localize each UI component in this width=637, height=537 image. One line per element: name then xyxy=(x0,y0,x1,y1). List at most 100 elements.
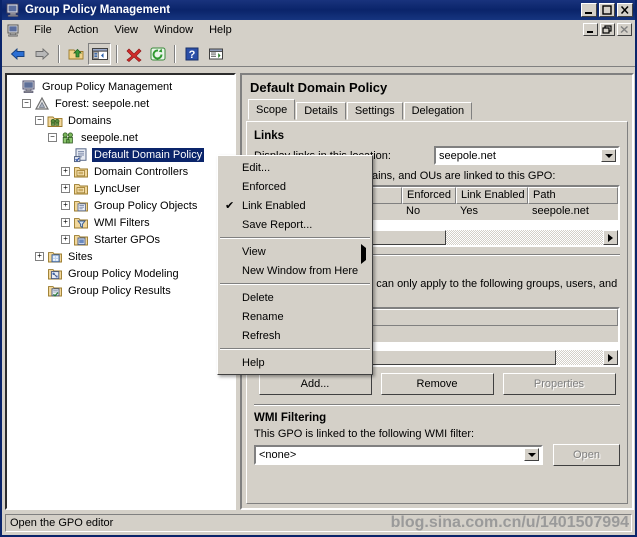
context-menu-item-refresh[interactable]: Refresh xyxy=(218,326,372,345)
tree-item-wmi-filters[interactable]: + WMI Filters xyxy=(9,214,234,231)
tab-strip: Scope Details Settings Delegation xyxy=(242,99,632,120)
divider-2 xyxy=(254,404,620,406)
tree-item-label: LyncUser xyxy=(94,182,141,195)
tab-delegation[interactable]: Delegation xyxy=(403,102,473,120)
tree-item-starter-gpos[interactable]: + Starter GPOs xyxy=(9,231,234,248)
menu-bar: File Action View Window Help xyxy=(2,20,635,41)
console-tree-pane[interactable]: Group Policy Management − Forest: seepole… xyxy=(5,73,236,510)
domain-icon xyxy=(60,130,76,146)
mdi-minimize-button[interactable] xyxy=(583,23,598,36)
tree-item-group-policy-modeling[interactable]: Group Policy Modeling xyxy=(9,265,234,282)
tree-item-group-policy-objects[interactable]: + Group Policy Objects xyxy=(9,197,234,214)
links-cell-enforced: No xyxy=(406,205,421,217)
submenu-arrow-icon xyxy=(361,244,366,264)
context-menu-item-link-enabled[interactable]: ✔ Link Enabled xyxy=(218,196,372,215)
tab-details[interactable]: Details xyxy=(296,102,346,120)
minimize-button[interactable] xyxy=(581,3,597,17)
tree-item-default-domain-policy[interactable]: Default Domain Policy xyxy=(9,146,234,163)
tree-item-label: Domains xyxy=(68,114,112,127)
expand-icon[interactable]: + xyxy=(35,252,44,261)
up-one-level-icon[interactable] xyxy=(64,43,87,65)
links-location-value: seepole.net xyxy=(439,149,496,162)
context-menu-item-label: Link Enabled xyxy=(242,199,306,212)
tree-item-seepole-net[interactable]: − seepole.net xyxy=(9,129,234,146)
menu-view[interactable]: View xyxy=(106,21,146,39)
tree-item-group-policy-results[interactable]: Group Policy Results xyxy=(9,282,234,299)
wmi-filter-combo[interactable]: <none> xyxy=(254,445,543,465)
add-button[interactable]: Add... xyxy=(258,373,372,395)
maximize-button[interactable] xyxy=(599,3,615,17)
links-cell-link-enabled: Yes xyxy=(460,205,478,217)
context-menu-item-enforced[interactable]: Enforced xyxy=(218,177,372,196)
expand-icon[interactable]: + xyxy=(61,201,70,210)
svg-text:?: ? xyxy=(188,49,195,61)
tree-item-domain-controllers[interactable]: + Domain Controllers xyxy=(9,163,234,180)
context-menu-separator xyxy=(220,237,370,239)
context-menu-item-rename[interactable]: Rename xyxy=(218,307,372,326)
links-col-enforced[interactable]: Enforced xyxy=(402,187,456,204)
tab-settings[interactable]: Settings xyxy=(346,102,403,120)
open-button[interactable]: Open xyxy=(553,444,620,466)
menu-help[interactable]: Help xyxy=(201,21,240,39)
expand-icon[interactable]: + xyxy=(61,167,70,176)
menu-file[interactable]: File xyxy=(26,21,60,39)
links-col-path[interactable]: Path xyxy=(528,187,618,204)
wmi-filtering-heading: WMI Filtering xyxy=(254,412,327,424)
context-menu-item-edit[interactable]: Edit... xyxy=(218,158,372,177)
links-col-link-enabled[interactable]: Link Enabled xyxy=(456,187,528,204)
collapse-icon[interactable]: − xyxy=(35,116,44,125)
delete-icon[interactable] xyxy=(122,43,145,65)
expand-icon[interactable]: + xyxy=(61,235,70,244)
properties-button[interactable]: Properties xyxy=(502,373,616,395)
context-menu-item-label: Edit... xyxy=(242,161,271,174)
domains-icon xyxy=(47,113,63,129)
console-root-icon xyxy=(21,79,37,95)
chevron-down-icon[interactable] xyxy=(601,149,616,162)
help-icon[interactable]: ? xyxy=(180,43,203,65)
menu-action[interactable]: Action xyxy=(60,21,107,39)
links-location-combo[interactable]: seepole.net xyxy=(434,146,620,165)
mdi-close-button[interactable] xyxy=(617,23,632,36)
context-menu-item-new-window-from-here[interactable]: New Window from Here xyxy=(218,261,372,280)
collapse-icon[interactable]: − xyxy=(48,133,57,142)
context-menu-item-delete[interactable]: Delete xyxy=(218,288,372,307)
wmi-folder-icon xyxy=(73,215,89,231)
title-bar: Group Policy Management xyxy=(2,0,635,20)
refresh-icon[interactable] xyxy=(146,43,169,65)
tab-scope[interactable]: Scope xyxy=(248,99,296,120)
scroll-right-icon[interactable] xyxy=(603,230,618,245)
tree-item-domains[interactable]: − Domains xyxy=(9,112,234,129)
toolbar-separator-3 xyxy=(174,44,176,63)
context-menu-item-help[interactable]: Help xyxy=(218,353,372,372)
scroll-right-icon[interactable] xyxy=(603,350,618,365)
close-button[interactable] xyxy=(617,3,633,17)
tree-item-label: seepole.net xyxy=(81,131,138,144)
tree-item-group-policy-management[interactable]: Group Policy Management xyxy=(9,78,234,95)
chevron-down-icon[interactable] xyxy=(524,448,539,461)
remove-button[interactable]: Remove xyxy=(380,373,494,395)
properties-icon[interactable] xyxy=(204,43,227,65)
forward-icon[interactable] xyxy=(30,43,53,65)
context-menu-item-view[interactable]: View xyxy=(218,242,372,264)
group-policy-management-window: Group Policy Management File Action View… xyxy=(0,0,637,537)
menu-window[interactable]: Window xyxy=(146,21,201,39)
console-tree: Group Policy Management − Forest: seepole… xyxy=(7,75,234,299)
security-scroll-track[interactable] xyxy=(556,350,603,365)
mdi-restore-button[interactable] xyxy=(600,23,615,36)
show-hide-tree-icon[interactable] xyxy=(88,42,111,65)
tree-item-sites[interactable]: + Sites xyxy=(9,248,234,265)
tree-item-lyncuser[interactable]: + LyncUser xyxy=(9,180,234,197)
modeling-icon xyxy=(47,266,63,282)
back-icon[interactable] xyxy=(6,43,29,65)
window-title: Group Policy Management xyxy=(25,4,171,16)
expand-icon[interactable]: + xyxy=(61,184,70,193)
expand-icon[interactable]: + xyxy=(61,218,70,227)
tree-item-forest-seepole-net[interactable]: − Forest: seepole.net xyxy=(9,95,234,112)
window-controls xyxy=(581,3,633,17)
context-menu-item-save-report[interactable]: Save Report... xyxy=(218,215,372,234)
tree-item-label: Domain Controllers xyxy=(94,165,189,178)
context-menu[interactable]: Edit... Enforced ✔ Link Enabled Save Report.… xyxy=(217,155,373,375)
collapse-icon[interactable]: − xyxy=(22,99,31,108)
context-menu-separator xyxy=(220,348,370,350)
links-scroll-track[interactable] xyxy=(446,230,603,245)
